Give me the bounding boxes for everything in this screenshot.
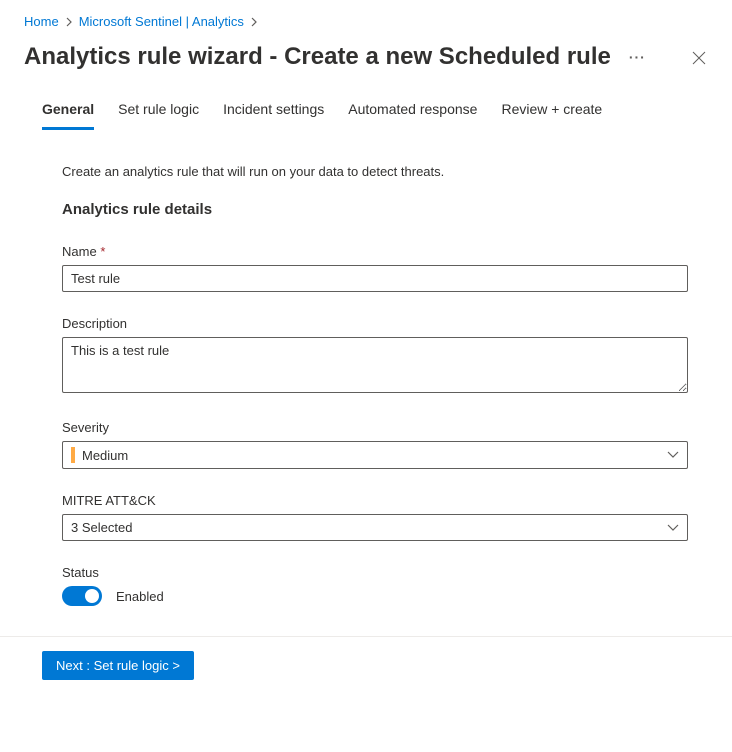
- severity-value: Medium: [82, 448, 128, 463]
- section-title: Analytics rule details: [62, 201, 688, 218]
- breadcrumb-sentinel[interactable]: Microsoft Sentinel | Analytics: [79, 14, 244, 29]
- close-icon: [692, 51, 706, 65]
- tab-automated-response[interactable]: Automated response: [348, 101, 477, 130]
- chevron-right-icon: [65, 17, 73, 27]
- tabs: General Set rule logic Incident settings…: [24, 101, 708, 130]
- form-general: Create an analytics rule that will run o…: [24, 164, 708, 606]
- mitre-select[interactable]: 3 Selected: [62, 514, 688, 541]
- field-mitre: MITRE ATT&CK 3 Selected: [62, 493, 688, 541]
- field-description: Description This is a test rule: [62, 316, 688, 396]
- mitre-label: MITRE ATT&CK: [62, 493, 688, 508]
- chevron-down-icon: [667, 524, 679, 532]
- field-severity: Severity Medium: [62, 420, 688, 469]
- toggle-knob: [85, 589, 99, 603]
- footer: Next : Set rule logic >: [0, 636, 732, 680]
- next-button[interactable]: Next : Set rule logic >: [42, 651, 194, 680]
- severity-select[interactable]: Medium: [62, 441, 688, 469]
- chevron-down-icon: [667, 451, 679, 459]
- field-name: Name *: [62, 244, 688, 292]
- field-status: Status Enabled: [62, 565, 688, 606]
- page-title: Analytics rule wizard - Create a new Sch…: [24, 43, 650, 71]
- name-input[interactable]: [62, 265, 688, 292]
- chevron-right-icon: [250, 17, 258, 27]
- description-label: Description: [62, 316, 688, 331]
- more-button[interactable]: ···: [625, 45, 650, 69]
- breadcrumb-home[interactable]: Home: [24, 14, 59, 29]
- mitre-value: 3 Selected: [71, 520, 132, 535]
- breadcrumb: Home Microsoft Sentinel | Analytics: [24, 14, 708, 29]
- form-intro: Create an analytics rule that will run o…: [62, 164, 688, 179]
- status-value: Enabled: [116, 589, 164, 604]
- severity-color-bar: [71, 447, 75, 463]
- name-label-text: Name: [62, 244, 97, 259]
- severity-label: Severity: [62, 420, 688, 435]
- status-toggle[interactable]: [62, 586, 102, 606]
- required-asterisk: *: [100, 244, 105, 259]
- close-button[interactable]: [684, 43, 714, 73]
- name-label: Name *: [62, 244, 688, 259]
- tab-incident-settings[interactable]: Incident settings: [223, 101, 324, 130]
- page-header: Analytics rule wizard - Create a new Sch…: [24, 43, 708, 73]
- tab-review-create[interactable]: Review + create: [501, 101, 602, 130]
- tab-general[interactable]: General: [42, 101, 94, 130]
- status-label: Status: [62, 565, 688, 580]
- page-title-text: Analytics rule wizard - Create a new Sch…: [24, 43, 611, 71]
- tab-set-rule-logic[interactable]: Set rule logic: [118, 101, 199, 130]
- description-input[interactable]: This is a test rule: [62, 337, 688, 393]
